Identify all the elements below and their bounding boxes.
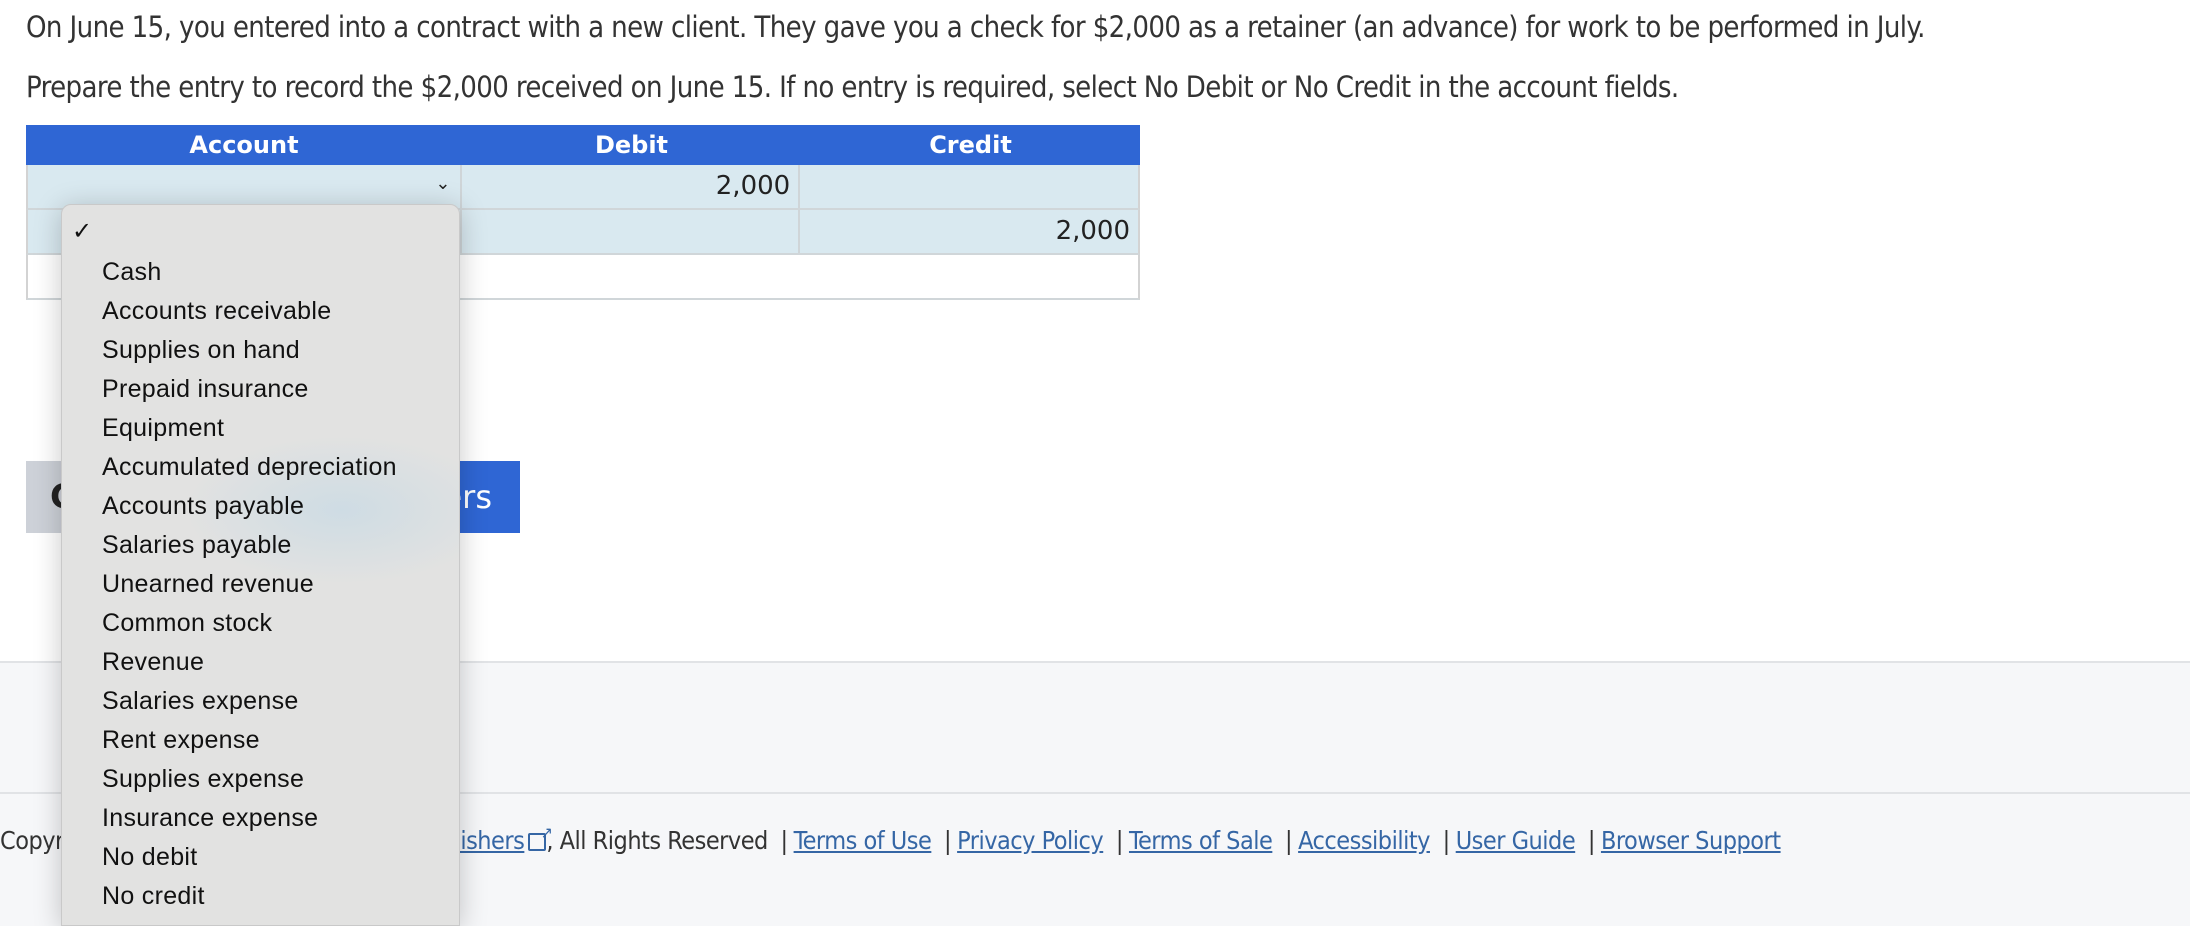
credit-input[interactable]: 2,000 [800,210,1138,253]
accessibility-link[interactable]: Accessibility [1298,826,1430,855]
instruction-text: Prepare the entry to record the $2,000 r… [26,70,1679,104]
dropdown-option-common-stock[interactable]: Common stock [102,609,272,638]
copyright-text: Copyr [0,826,64,855]
dropdown-option-rent-expense[interactable]: Rent expense [102,726,260,755]
dropdown-option-revenue[interactable]: Revenue [102,648,204,677]
chevron-down-icon[interactable]: ⌄ [435,173,450,194]
account-select[interactable]: ⌄ [28,165,463,208]
dropdown-option-no-credit[interactable]: No credit [102,882,205,911]
dropdown-option-salaries-payable[interactable]: Salaries payable [102,531,292,560]
debit-input[interactable]: 2,000 [462,165,801,208]
dropdown-option-equipment[interactable]: Equipment [102,414,224,443]
rights-text: , All Rights Reserved [546,826,768,855]
debit-input[interactable] [462,210,801,253]
dropdown-option-no-debit[interactable]: No debit [102,843,198,872]
privacy-policy-link[interactable]: Privacy Policy [957,826,1104,855]
empty-cell [800,255,1138,298]
dropdown-option-accounts-receivable[interactable]: Accounts receivable [102,297,331,326]
dropdown-option-cash[interactable]: Cash [102,258,162,287]
header-account: Account [189,131,299,159]
user-guide-link[interactable]: User Guide [1456,826,1576,855]
terms-of-use-link[interactable]: Terms of Use [794,826,932,855]
dropdown-option-prepaid-insurance[interactable]: Prepaid insurance [102,375,309,404]
dropdown-option-unearned-revenue[interactable]: Unearned revenue [102,570,314,599]
dropdown-option-salaries-expense[interactable]: Salaries expense [102,687,299,716]
external-link-icon [528,823,552,851]
terms-of-sale-link[interactable]: Terms of Sale [1129,826,1273,855]
dropdown-option-accumulated-depreciation[interactable]: Accumulated depreciation [102,453,397,482]
table-header: Account Debit Credit [26,125,1140,165]
dropdown-option-accounts-payable[interactable]: Accounts payable [102,492,304,521]
header-credit: Credit [929,131,1012,159]
account-dropdown-menu[interactable]: ✓ Cash Accounts receivable Supplies on h… [61,204,460,926]
checkmark-icon[interactable]: ✓ [72,217,92,245]
empty-cell [462,255,800,298]
dropdown-option-supplies-on-hand[interactable]: Supplies on hand [102,336,300,365]
credit-input[interactable] [800,165,1138,208]
browser-support-link[interactable]: Browser Support [1601,826,1781,855]
dropdown-option-supplies-expense[interactable]: Supplies expense [102,765,304,794]
header-debit: Debit [594,131,669,159]
dropdown-option-insurance-expense[interactable]: Insurance expense [102,804,318,833]
question-text: On June 15, you entered into a contract … [26,10,1925,44]
